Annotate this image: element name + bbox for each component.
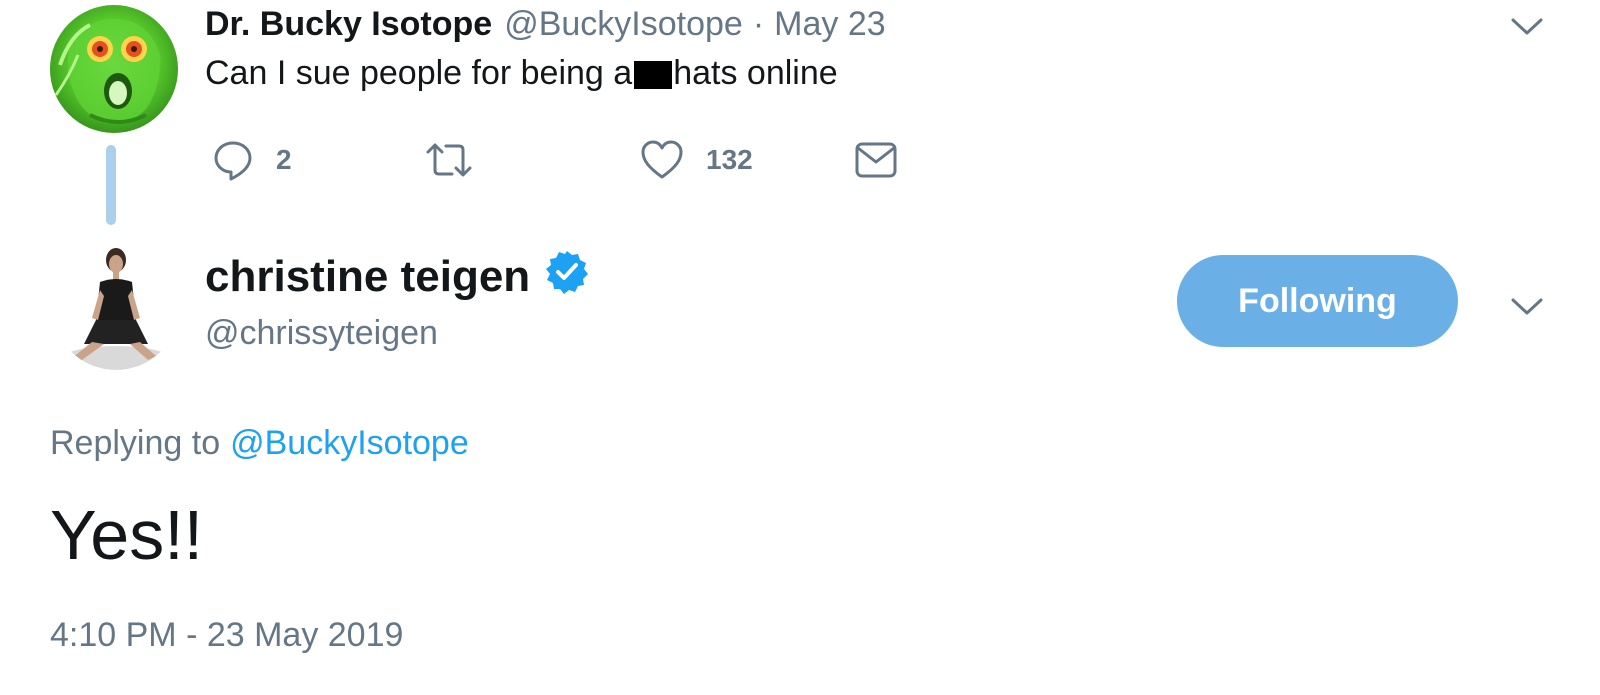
direct-message-button[interactable] (854, 138, 898, 182)
author-handle[interactable]: @chrissyteigen (205, 314, 438, 353)
following-button[interactable]: Following (1177, 255, 1458, 347)
reply-icon (212, 139, 254, 181)
header-separator: · (752, 4, 765, 43)
parent-tweet-date[interactable]: May 23 (774, 5, 886, 44)
parent-tweet-header: Dr. Bucky Isotope @BuckyIsotope · May 23 (205, 2, 886, 46)
replying-to-prefix: Replying to (50, 424, 221, 462)
author-name[interactable]: christine teigen (205, 248, 590, 306)
heart-icon (640, 140, 684, 180)
parent-author-name[interactable]: Dr. Bucky Isotope (205, 5, 492, 44)
retweet-button[interactable] (424, 138, 496, 182)
author-name-text[interactable]: christine teigen (205, 252, 530, 302)
chevron-down-icon[interactable] (1510, 16, 1544, 38)
thread-connector-line (106, 145, 116, 225)
reply-button[interactable]: 2 (212, 138, 292, 182)
tweet-body-text: Yes!! (50, 496, 204, 574)
censor-bar (634, 60, 673, 89)
like-button[interactable]: 132 (640, 138, 753, 182)
retweet-icon (424, 140, 474, 180)
parent-text-before: Can I sue people for being a (205, 54, 633, 92)
parent-author-handle[interactable]: @BuckyIsotope (504, 5, 743, 44)
chrissy-avatar[interactable] (52, 242, 180, 370)
chevron-down-icon[interactable] (1510, 296, 1544, 318)
reply-count: 2 (276, 144, 292, 175)
verified-badge-icon (544, 249, 590, 306)
replying-to-line: Replying to @BuckyIsotope (50, 424, 469, 463)
tweet-thread: Dr. Bucky Isotope @BuckyIsotope · May 23… (0, 0, 1600, 695)
envelope-icon (854, 141, 898, 179)
tweet-timestamp[interactable]: 4:10 PM - 23 May 2019 (50, 616, 403, 655)
bucky-avatar[interactable] (50, 5, 178, 133)
replying-to-handle-link[interactable]: @BuckyIsotope (230, 424, 469, 462)
parent-text-after: hats online (673, 54, 838, 92)
like-count: 132 (706, 144, 753, 175)
parent-tweet-text: Can I sue people for being a hats online (205, 54, 838, 93)
